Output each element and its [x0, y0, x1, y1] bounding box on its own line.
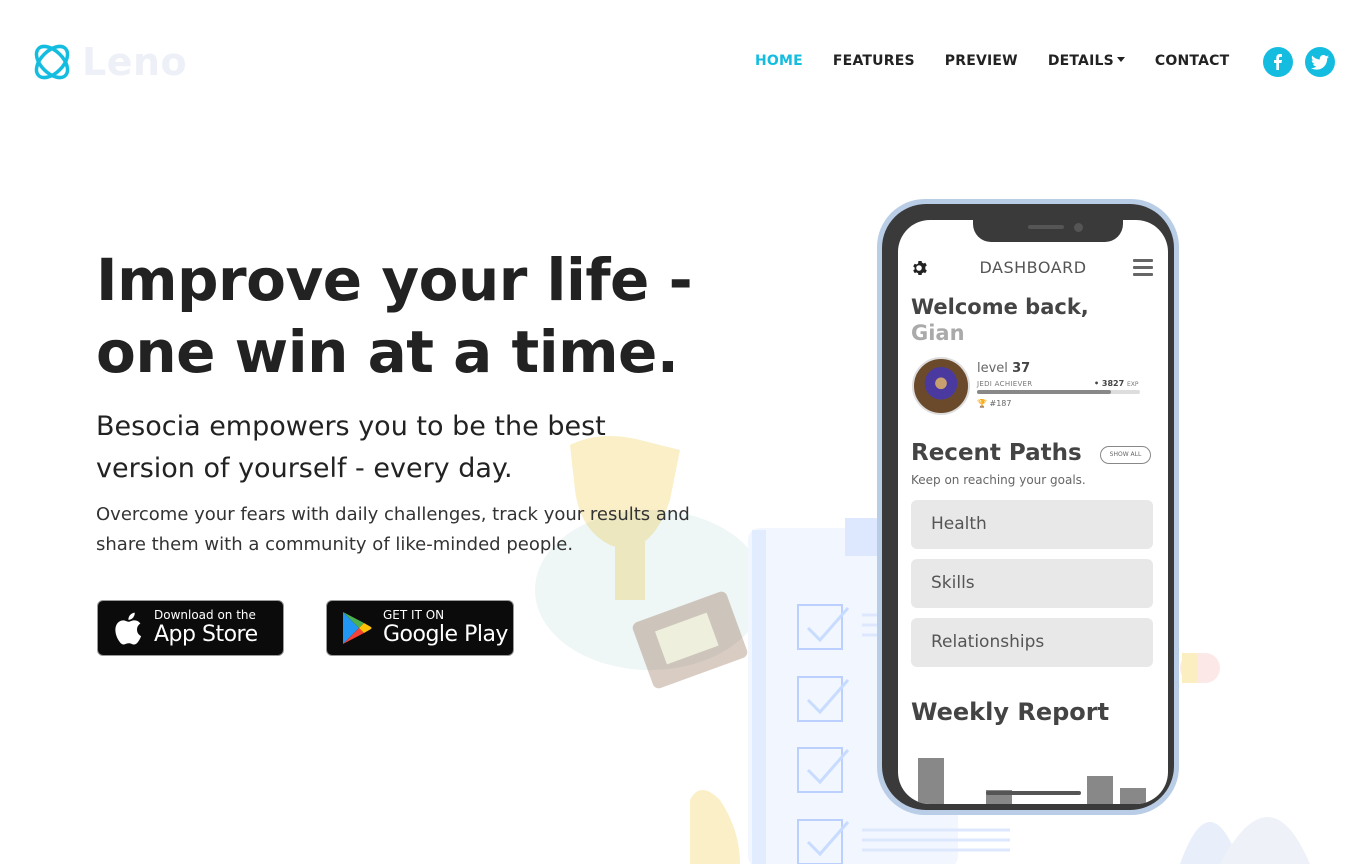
exp-unit: EXP	[1126, 381, 1139, 388]
hero-subtitle-line1: Besocia empowers you to be the best	[96, 411, 606, 442]
home-indicator	[986, 791, 1081, 795]
path-item-relationships[interactable]: Relationships	[911, 618, 1153, 667]
navbar: Leno HOME FEATURES PREVIEW DETAILS CONTA…	[0, 0, 1364, 124]
app-store-big: App Store	[154, 622, 258, 647]
google-play-small: GET IT ON	[383, 608, 445, 622]
rank: 🏆 #187	[977, 399, 1012, 408]
caret-down-icon	[1116, 57, 1125, 62]
rank-title: JEDI ACHIEVER	[977, 380, 1033, 388]
hero-body: Overcome your fears with daily challenge…	[96, 500, 736, 560]
app-store-text: Download on the App Store	[154, 608, 258, 648]
path-item-skills[interactable]: Skills	[911, 559, 1153, 608]
username: Gian	[911, 321, 965, 345]
nav-home[interactable]: HOME	[755, 53, 803, 69]
rank-value: #187	[989, 399, 1012, 408]
weekly-bar	[918, 758, 944, 804]
exp: • 3827 EXP	[1094, 379, 1139, 388]
weekly-report-title: Weekly Report	[911, 698, 1110, 726]
weekly-bar	[1087, 776, 1113, 804]
weekly-bar	[1120, 788, 1146, 804]
app-store-button[interactable]: Download on the App Store	[97, 600, 284, 656]
google-play-icon	[341, 611, 373, 645]
avatar	[912, 357, 970, 415]
phone-screen: DASHBOARD Welcome back, Gian level 37 JE…	[898, 220, 1168, 804]
trophy-icon: 🏆	[977, 399, 987, 408]
hero-subtitle-line2: version of yourself - every day.	[96, 453, 513, 484]
atom-logo-icon	[34, 44, 70, 80]
phone-frame: DASHBOARD Welcome back, Gian level 37 JE…	[882, 204, 1174, 810]
nav-details-label: DETAILS	[1047, 53, 1114, 69]
dashboard-title: DASHBOARD	[979, 258, 1087, 277]
phone-mockup: DASHBOARD Welcome back, Gian level 37 JE…	[877, 199, 1179, 815]
level-label: level	[977, 361, 1008, 376]
nav-contact[interactable]: CONTACT	[1155, 53, 1229, 69]
hero-subtitle: Besocia empowers you to be the best vers…	[96, 406, 736, 490]
app-store-small: Download on the	[154, 608, 256, 622]
level-value: 37	[1012, 361, 1031, 376]
path-item-health[interactable]: Health	[911, 500, 1153, 549]
welcome-text: Welcome back,	[911, 295, 1089, 319]
hero-body-line1: Overcome your fears with daily challenge…	[96, 504, 690, 525]
nav-features[interactable]: FEATURES	[833, 53, 915, 69]
facebook-icon	[1274, 54, 1282, 70]
hero-title-line2: one win at a time.	[96, 318, 679, 386]
show-all-button[interactable]: SHOW ALL	[1100, 446, 1151, 464]
hero-title: Improve your life - one win at a time.	[96, 244, 736, 388]
exp-progress-fill	[977, 390, 1111, 394]
twitter-icon	[1311, 54, 1329, 70]
nav-details-dropdown[interactable]: DETAILS	[1048, 53, 1125, 69]
brand-name: Leno	[82, 40, 188, 84]
twitter-button[interactable]	[1305, 47, 1335, 77]
google-play-button[interactable]: GET IT ON Google Play	[326, 600, 514, 656]
level: level 37	[977, 361, 1030, 376]
exp-value: • 3827	[1094, 379, 1125, 388]
hero-body-line2: share them with a community of like-mind…	[96, 534, 574, 555]
recent-paths-title: Recent Paths	[911, 440, 1082, 466]
exp-progress-bar	[977, 390, 1140, 394]
facebook-button[interactable]	[1263, 47, 1293, 77]
camera-icon	[1074, 223, 1083, 232]
google-play-text: GET IT ON Google Play	[383, 608, 508, 648]
hamburger-menu-icon	[1133, 259, 1153, 277]
nav-links: HOME FEATURES PREVIEW DETAILS CONTACT	[740, 53, 1244, 69]
apple-icon	[112, 611, 144, 645]
hero-title-line1: Improve your life -	[96, 246, 693, 314]
phone-notch	[973, 220, 1123, 242]
google-play-big: Google Play	[383, 622, 508, 647]
nav-preview[interactable]: PREVIEW	[945, 53, 1018, 69]
recent-paths-subtitle: Keep on reaching your goals.	[911, 473, 1086, 487]
speaker	[1028, 225, 1064, 229]
logo[interactable]: Leno	[30, 40, 187, 84]
